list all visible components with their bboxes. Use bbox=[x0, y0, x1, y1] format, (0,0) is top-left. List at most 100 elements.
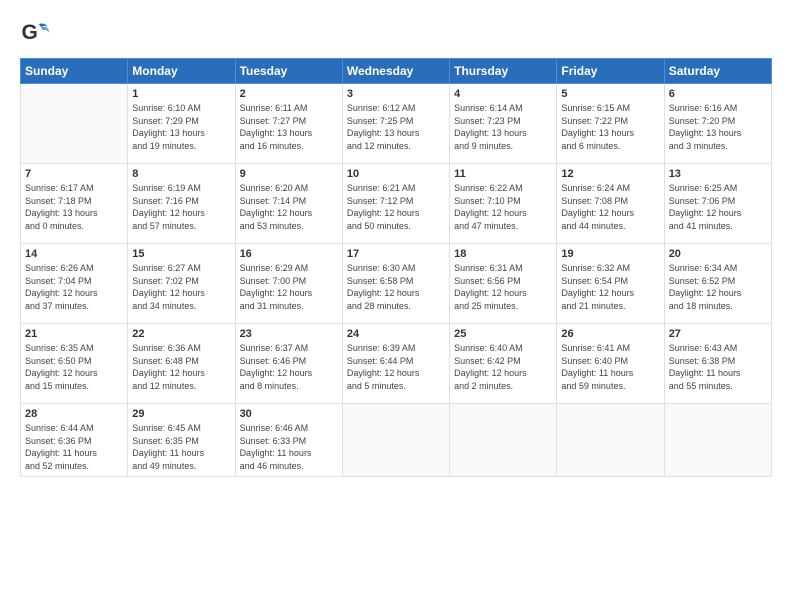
day-info: Sunrise: 6:30 AM Sunset: 6:58 PM Dayligh… bbox=[347, 262, 445, 312]
calendar-week-3: 14 Sunrise: 6:26 AM Sunset: 7:04 PM Dayli… bbox=[21, 244, 772, 324]
day-info: Sunrise: 6:12 AM Sunset: 7:25 PM Dayligh… bbox=[347, 102, 445, 152]
calendar-cell: 9 Sunrise: 6:20 AM Sunset: 7:14 PM Daylig… bbox=[235, 164, 342, 244]
header-friday: Friday bbox=[557, 59, 664, 84]
day-info: Sunrise: 6:44 AM Sunset: 6:36 PM Dayligh… bbox=[25, 422, 123, 472]
day-info: Sunrise: 6:29 AM Sunset: 7:00 PM Dayligh… bbox=[240, 262, 338, 312]
calendar-cell bbox=[664, 404, 771, 477]
day-info: Sunrise: 6:45 AM Sunset: 6:35 PM Dayligh… bbox=[132, 422, 230, 472]
day-info: Sunrise: 6:17 AM Sunset: 7:18 PM Dayligh… bbox=[25, 182, 123, 232]
calendar-cell: 28 Sunrise: 6:44 AM Sunset: 6:36 PM Dayli… bbox=[21, 404, 128, 477]
calendar-cell: 21 Sunrise: 6:35 AM Sunset: 6:50 PM Dayli… bbox=[21, 324, 128, 404]
calendar-cell: 4Sunrise: 6:14 AM Sunset: 7:23 PM Daylig… bbox=[450, 84, 557, 164]
day-number: 1 bbox=[132, 88, 230, 100]
calendar-cell: 20 Sunrise: 6:34 AM Sunset: 6:52 PM Dayli… bbox=[664, 244, 771, 324]
day-info: Sunrise: 6:35 AM Sunset: 6:50 PM Dayligh… bbox=[25, 342, 123, 392]
calendar-week-5: 28 Sunrise: 6:44 AM Sunset: 6:36 PM Dayli… bbox=[21, 404, 772, 477]
day-info: Sunrise: 6:32 AM Sunset: 6:54 PM Dayligh… bbox=[561, 262, 659, 312]
day-info: Sunrise: 6:36 AM Sunset: 6:48 PM Dayligh… bbox=[132, 342, 230, 392]
calendar-cell: 17 Sunrise: 6:30 AM Sunset: 6:58 PM Dayli… bbox=[342, 244, 449, 324]
day-number: 22 bbox=[132, 328, 230, 340]
calendar-cell: 2 Sunrise: 6:11 AM Sunset: 7:27 PM Daylig… bbox=[235, 84, 342, 164]
day-info: Sunrise: 6:11 AM Sunset: 7:27 PM Dayligh… bbox=[240, 102, 338, 152]
day-number: 2 bbox=[240, 88, 338, 100]
day-info: Sunrise: 6:20 AM Sunset: 7:14 PM Dayligh… bbox=[240, 182, 338, 232]
header-tuesday: Tuesday bbox=[235, 59, 342, 84]
calendar-week-1: 1 Sunrise: 6:10 AM Sunset: 7:29 PM Daylig… bbox=[21, 84, 772, 164]
calendar-header: SundayMondayTuesdayWednesdayThursdayFrid… bbox=[21, 59, 772, 84]
calendar-week-4: 21 Sunrise: 6:35 AM Sunset: 6:50 PM Dayli… bbox=[21, 324, 772, 404]
header-monday: Monday bbox=[128, 59, 235, 84]
calendar-cell: 10Sunrise: 6:21 AM Sunset: 7:12 PM Dayli… bbox=[342, 164, 449, 244]
calendar-week-2: 7 Sunrise: 6:17 AM Sunset: 7:18 PM Daylig… bbox=[21, 164, 772, 244]
day-number: 7 bbox=[25, 168, 123, 180]
day-number: 5 bbox=[561, 88, 659, 100]
day-number: 12 bbox=[561, 168, 659, 180]
day-info: Sunrise: 6:41 AM Sunset: 6:40 PM Dayligh… bbox=[561, 342, 659, 392]
calendar-cell: 27 Sunrise: 6:43 AM Sunset: 6:38 PM Dayli… bbox=[664, 324, 771, 404]
day-info: Sunrise: 6:25 AM Sunset: 7:06 PM Dayligh… bbox=[669, 182, 767, 232]
day-info: Sunrise: 6:10 AM Sunset: 7:29 PM Dayligh… bbox=[132, 102, 230, 152]
day-info: Sunrise: 6:14 AM Sunset: 7:23 PM Dayligh… bbox=[454, 102, 552, 152]
calendar-cell: 18 Sunrise: 6:31 AM Sunset: 6:56 PM Dayli… bbox=[450, 244, 557, 324]
calendar-cell: 26 Sunrise: 6:41 AM Sunset: 6:40 PM Dayli… bbox=[557, 324, 664, 404]
day-info: Sunrise: 6:16 AM Sunset: 7:20 PM Dayligh… bbox=[669, 102, 767, 152]
calendar-cell: 6Sunrise: 6:16 AM Sunset: 7:20 PM Daylig… bbox=[664, 84, 771, 164]
calendar-cell bbox=[21, 84, 128, 164]
calendar-cell: 25 Sunrise: 6:40 AM Sunset: 6:42 PM Dayli… bbox=[450, 324, 557, 404]
calendar-cell bbox=[450, 404, 557, 477]
day-info: Sunrise: 6:27 AM Sunset: 7:02 PM Dayligh… bbox=[132, 262, 230, 312]
day-number: 20 bbox=[669, 248, 767, 260]
day-info: Sunrise: 6:34 AM Sunset: 6:52 PM Dayligh… bbox=[669, 262, 767, 312]
calendar-cell: 3Sunrise: 6:12 AM Sunset: 7:25 PM Daylig… bbox=[342, 84, 449, 164]
day-number: 19 bbox=[561, 248, 659, 260]
day-number: 18 bbox=[454, 248, 552, 260]
day-info: Sunrise: 6:40 AM Sunset: 6:42 PM Dayligh… bbox=[454, 342, 552, 392]
calendar-cell: 11 Sunrise: 6:22 AM Sunset: 7:10 PM Dayli… bbox=[450, 164, 557, 244]
day-number: 26 bbox=[561, 328, 659, 340]
calendar-cell: 24 Sunrise: 6:39 AM Sunset: 6:44 PM Dayli… bbox=[342, 324, 449, 404]
header-wednesday: Wednesday bbox=[342, 59, 449, 84]
logo: G bbox=[20, 18, 54, 48]
calendar-cell: 15Sunrise: 6:27 AM Sunset: 7:02 PM Dayli… bbox=[128, 244, 235, 324]
page-header: G bbox=[20, 18, 772, 48]
day-number: 25 bbox=[454, 328, 552, 340]
day-info: Sunrise: 6:43 AM Sunset: 6:38 PM Dayligh… bbox=[669, 342, 767, 392]
day-number: 14 bbox=[25, 248, 123, 260]
day-number: 13 bbox=[669, 168, 767, 180]
calendar-cell: 23 Sunrise: 6:37 AM Sunset: 6:46 PM Dayli… bbox=[235, 324, 342, 404]
header-thursday: Thursday bbox=[450, 59, 557, 84]
day-number: 30 bbox=[240, 408, 338, 420]
logo-icon: G bbox=[20, 18, 50, 48]
day-info: Sunrise: 6:22 AM Sunset: 7:10 PM Dayligh… bbox=[454, 182, 552, 232]
calendar-cell: 12 Sunrise: 6:24 AM Sunset: 7:08 PM Dayli… bbox=[557, 164, 664, 244]
calendar-table: SundayMondayTuesdayWednesdayThursdayFrid… bbox=[20, 58, 772, 477]
calendar-cell bbox=[342, 404, 449, 477]
calendar-cell: 8 Sunrise: 6:19 AM Sunset: 7:16 PM Daylig… bbox=[128, 164, 235, 244]
day-info: Sunrise: 6:46 AM Sunset: 6:33 PM Dayligh… bbox=[240, 422, 338, 472]
day-number: 24 bbox=[347, 328, 445, 340]
day-number: 16 bbox=[240, 248, 338, 260]
day-info: Sunrise: 6:26 AM Sunset: 7:04 PM Dayligh… bbox=[25, 262, 123, 312]
calendar-cell: 13 Sunrise: 6:25 AM Sunset: 7:06 PM Dayli… bbox=[664, 164, 771, 244]
calendar-cell: 7 Sunrise: 6:17 AM Sunset: 7:18 PM Daylig… bbox=[21, 164, 128, 244]
day-info: Sunrise: 6:39 AM Sunset: 6:44 PM Dayligh… bbox=[347, 342, 445, 392]
day-info: Sunrise: 6:19 AM Sunset: 7:16 PM Dayligh… bbox=[132, 182, 230, 232]
day-info: Sunrise: 6:15 AM Sunset: 7:22 PM Dayligh… bbox=[561, 102, 659, 152]
day-number: 27 bbox=[669, 328, 767, 340]
day-number: 17 bbox=[347, 248, 445, 260]
day-number: 28 bbox=[25, 408, 123, 420]
day-info: Sunrise: 6:21 AM Sunset: 7:12 PM Dayligh… bbox=[347, 182, 445, 232]
calendar-cell: 29 Sunrise: 6:45 AM Sunset: 6:35 PM Dayli… bbox=[128, 404, 235, 477]
day-number: 8 bbox=[132, 168, 230, 180]
day-number: 29 bbox=[132, 408, 230, 420]
day-info: Sunrise: 6:24 AM Sunset: 7:08 PM Dayligh… bbox=[561, 182, 659, 232]
calendar-cell: 30 Sunrise: 6:46 AM Sunset: 6:33 PM Dayli… bbox=[235, 404, 342, 477]
day-info: Sunrise: 6:37 AM Sunset: 6:46 PM Dayligh… bbox=[240, 342, 338, 392]
header-sunday: Sunday bbox=[21, 59, 128, 84]
calendar-cell: 14 Sunrise: 6:26 AM Sunset: 7:04 PM Dayli… bbox=[21, 244, 128, 324]
day-number: 9 bbox=[240, 168, 338, 180]
day-number: 23 bbox=[240, 328, 338, 340]
day-info: Sunrise: 6:31 AM Sunset: 6:56 PM Dayligh… bbox=[454, 262, 552, 312]
day-number: 21 bbox=[25, 328, 123, 340]
day-number: 11 bbox=[454, 168, 552, 180]
